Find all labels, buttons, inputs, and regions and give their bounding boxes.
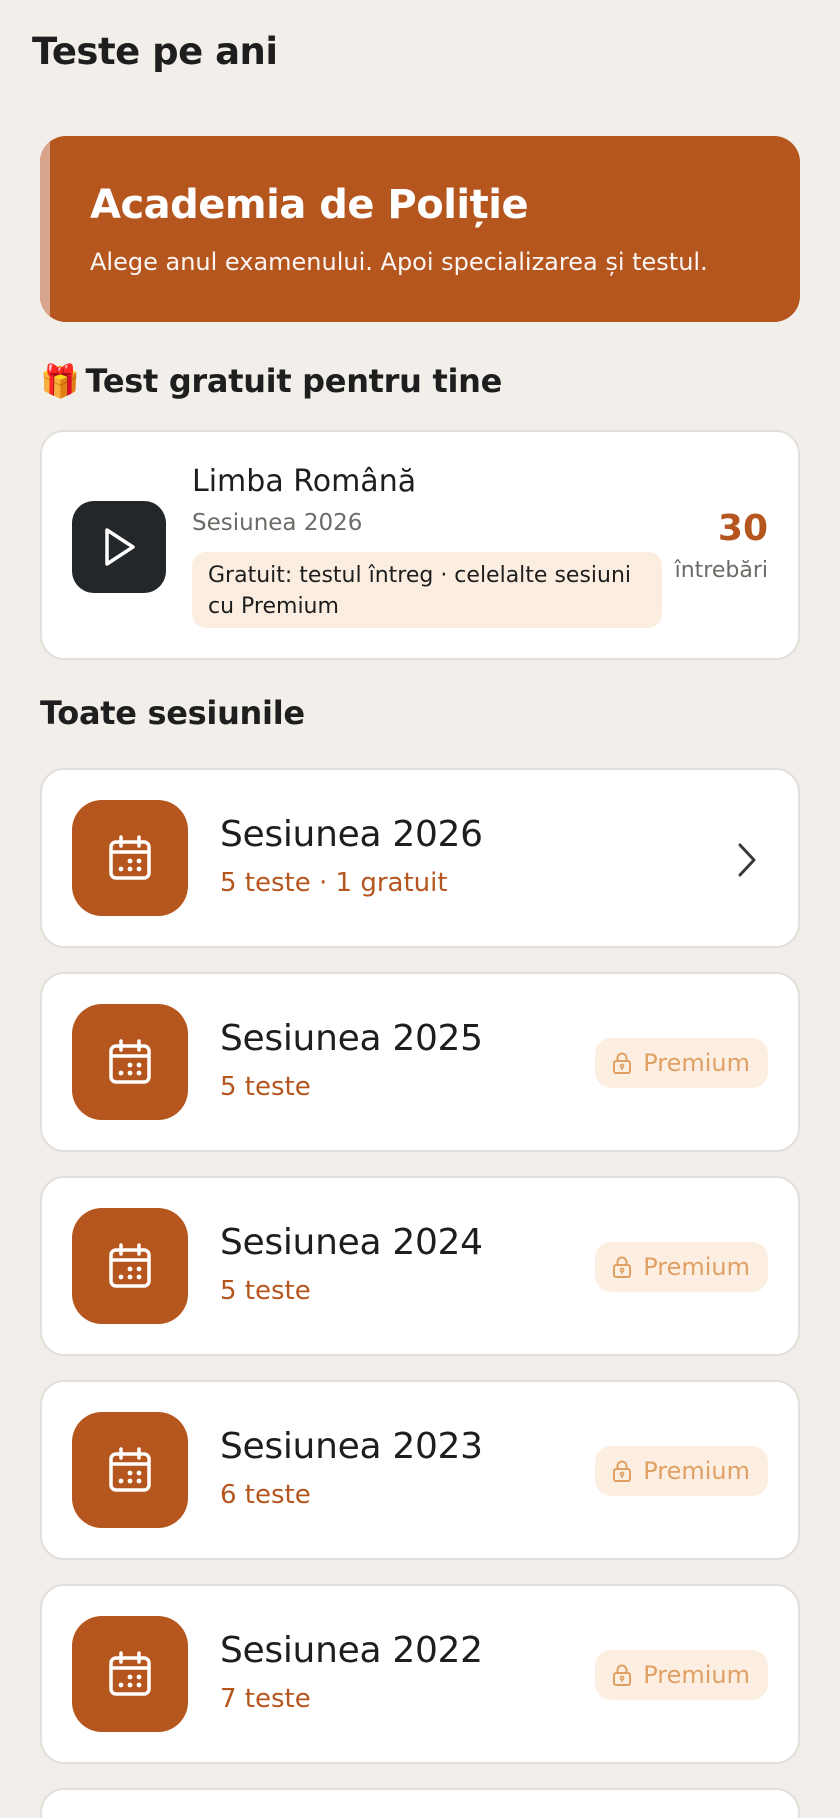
- premium-badge-label: Premium: [643, 1661, 750, 1689]
- hero-subtitle: Alege anul examenului. Apoi specializare…: [90, 248, 708, 276]
- calendar-tile: [72, 1004, 188, 1120]
- premium-badge[interactable]: Premium: [595, 1650, 768, 1700]
- premium-badge-label: Premium: [643, 1253, 750, 1281]
- calendar-icon: [109, 1243, 151, 1288]
- premium-badge-label: Premium: [643, 1457, 750, 1485]
- page-title: Teste pe ani: [32, 30, 278, 73]
- free-test-section-title: 🎁 Test gratuit pentru tine: [40, 362, 502, 400]
- session-meta: 5 teste: [220, 1072, 311, 1102]
- calendar-icon: [109, 1651, 151, 1696]
- question-count: 30: [717, 508, 768, 549]
- calendar-tile: [72, 1412, 188, 1528]
- session-card-2024[interactable]: Sesiunea 2024 5 teste Premium: [40, 1176, 800, 1356]
- question-count-label: întrebări: [674, 558, 768, 583]
- hero-banner: Academia de Poliție Alege anul examenulu…: [40, 136, 800, 322]
- calendar-icon: [109, 835, 151, 880]
- play-button[interactable]: [72, 501, 166, 593]
- calendar-tile: [72, 800, 188, 916]
- page: Teste pe ani Academia de Poliție Alege a…: [0, 0, 840, 1818]
- premium-badge-label: Premium: [643, 1049, 750, 1077]
- hero-title: Academia de Poliție: [90, 182, 529, 228]
- calendar-tile: [72, 1208, 188, 1324]
- session-title: Sesiunea 2023: [220, 1426, 483, 1467]
- session-meta: 5 teste · 1 gratuit: [220, 868, 448, 898]
- session-card-2023[interactable]: Sesiunea 2023 6 teste Premium: [40, 1380, 800, 1560]
- lock-icon: [613, 1460, 632, 1482]
- free-test-card[interactable]: Limba Română Sesiunea 2026 Gratuit: test…: [40, 430, 800, 660]
- premium-badge[interactable]: Premium: [595, 1038, 768, 1088]
- all-sessions-title: Toate sesiunile: [40, 694, 305, 732]
- session-title: Sesiunea 2026: [220, 814, 483, 855]
- chevron-right-icon: [732, 840, 762, 880]
- session-title: Sesiunea 2025: [220, 1018, 483, 1059]
- lock-icon: [613, 1256, 632, 1278]
- free-test-note: Gratuit: testul întreg · celelalte sesiu…: [192, 552, 662, 628]
- session-meta: 5 teste: [220, 1276, 311, 1306]
- gift-icon: 🎁: [40, 362, 80, 400]
- free-test-subject: Limba Română: [192, 464, 417, 499]
- session-card-partial[interactable]: [40, 1788, 800, 1818]
- session-title: Sesiunea 2022: [220, 1630, 483, 1671]
- lock-icon: [613, 1664, 632, 1686]
- session-card-2026[interactable]: Sesiunea 2026 5 teste · 1 gratuit: [40, 768, 800, 948]
- free-test-session: Sesiunea 2026: [192, 510, 363, 536]
- calendar-icon: [109, 1039, 151, 1084]
- session-meta: 6 teste: [220, 1480, 311, 1510]
- play-icon: [105, 528, 135, 566]
- calendar-icon: [109, 1447, 151, 1492]
- session-meta: 7 teste: [220, 1684, 311, 1714]
- session-title: Sesiunea 2024: [220, 1222, 483, 1263]
- free-test-section-label: Test gratuit pentru tine: [85, 362, 503, 400]
- calendar-tile: [72, 1616, 188, 1732]
- session-card-2022[interactable]: Sesiunea 2022 7 teste Premium: [40, 1584, 800, 1764]
- session-card-2025[interactable]: Sesiunea 2025 5 teste Premium: [40, 972, 800, 1152]
- lock-icon: [613, 1052, 632, 1074]
- premium-badge[interactable]: Premium: [595, 1242, 768, 1292]
- premium-badge[interactable]: Premium: [595, 1446, 768, 1496]
